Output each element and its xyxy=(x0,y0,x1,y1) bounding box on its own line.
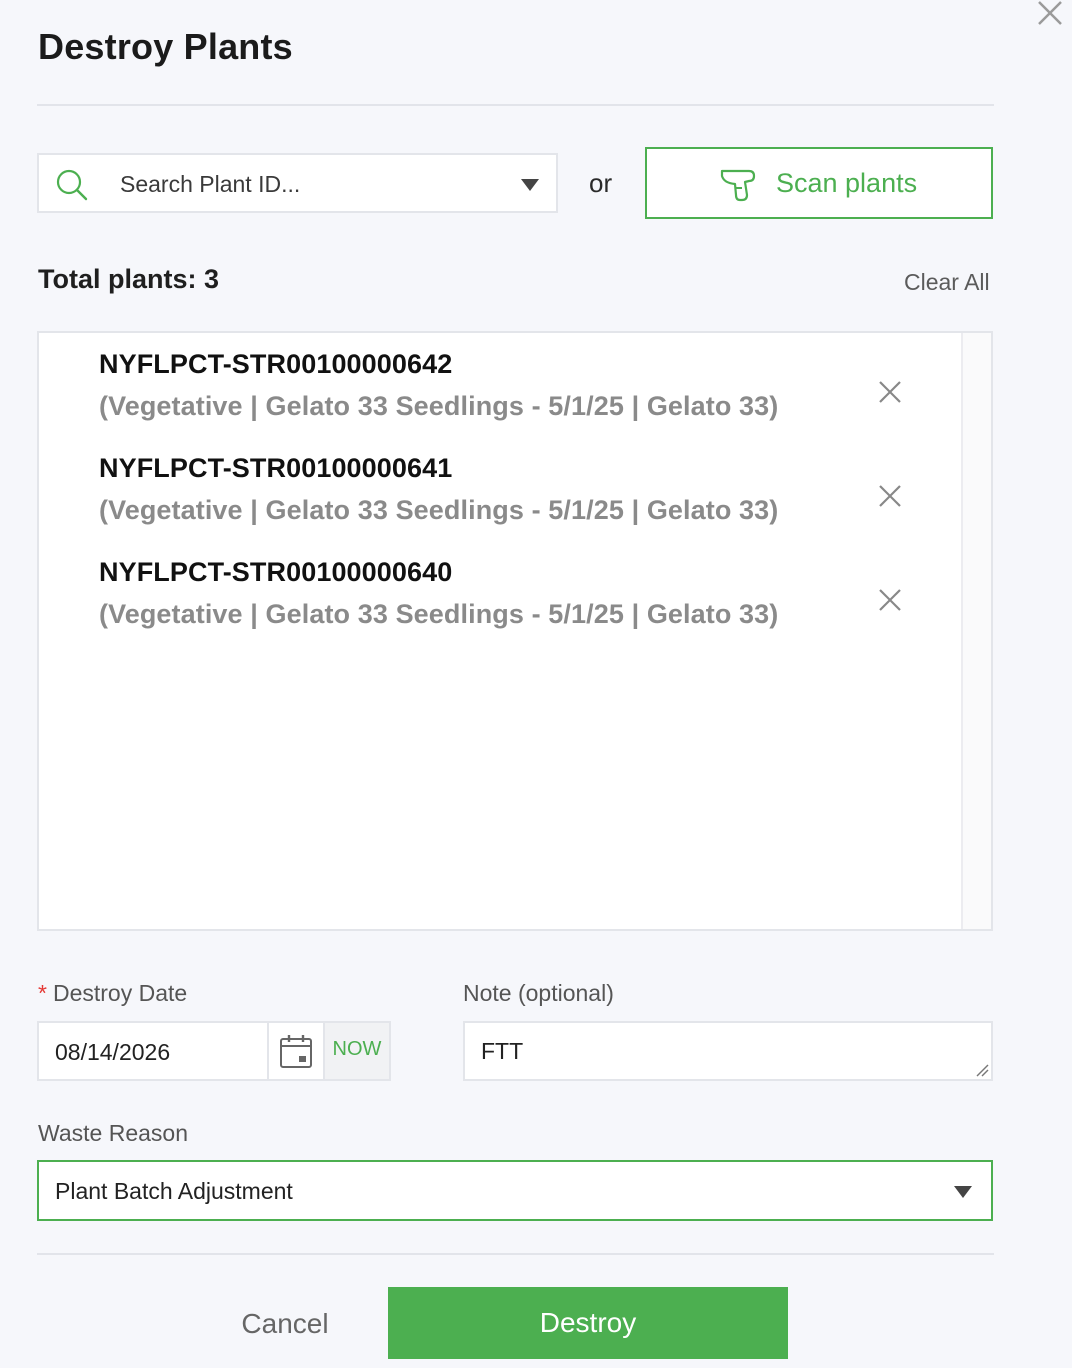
modal-title: Destroy Plants xyxy=(38,26,293,67)
waste-reason-label: Waste Reason xyxy=(38,1120,188,1146)
note-value: FTT xyxy=(481,1038,524,1064)
search-icon xyxy=(56,169,88,201)
plant-id: NYFLPCT-STR00100000640 xyxy=(99,557,453,587)
destroy-date-input[interactable]: 08/14/2026 xyxy=(55,1039,170,1066)
or-separator: or xyxy=(589,168,613,198)
waste-reason-select[interactable]: Plant Batch Adjustment xyxy=(37,1160,993,1221)
selected-plants-list: NYFLPCT-STR00100000642 (Vegetative | Gel… xyxy=(37,331,993,931)
list-scrollbar[interactable] xyxy=(961,333,991,929)
remove-plant-close-icon[interactable] xyxy=(877,587,903,613)
chevron-down-icon xyxy=(954,1186,972,1198)
list-item: NYFLPCT-STR00100000641 (Vegetative | Gel… xyxy=(99,439,929,543)
list-item: NYFLPCT-STR00100000642 (Vegetative | Gel… xyxy=(99,335,929,439)
plant-search-select[interactable]: Search Plant ID... xyxy=(37,153,558,213)
note-label: Note (optional) xyxy=(463,980,614,1006)
now-button[interactable]: NOW xyxy=(323,1023,389,1079)
destroy-date-label-text: Destroy Date xyxy=(52,980,188,1006)
destroy-date-field: 08/14/2026 NOW xyxy=(37,1021,391,1081)
remove-plant-close-icon[interactable] xyxy=(877,483,903,509)
resize-handle-icon[interactable] xyxy=(975,1063,989,1077)
required-mark: * xyxy=(38,980,47,1006)
plant-id: NYFLPCT-STR00100000642 xyxy=(99,349,453,379)
total-plants-count: Total plants: 3 xyxy=(38,264,220,294)
plant-description: (Vegetative | Gelato 33 Seedlings - 5/1/… xyxy=(99,495,779,525)
destroy-plants-modal: Destroy Plants Search Plant ID... or Sca… xyxy=(0,0,1072,1368)
chevron-down-icon[interactable] xyxy=(520,178,540,192)
scan-plants-label: Scan plants xyxy=(776,168,918,198)
list-item: NYFLPCT-STR00100000640 (Vegetative | Gel… xyxy=(99,543,929,647)
waste-reason-value: Plant Batch Adjustment xyxy=(55,1178,293,1204)
clear-all-link[interactable]: Clear All xyxy=(904,269,990,296)
search-placeholder: Search Plant ID... xyxy=(120,171,301,197)
barcode-scanner-icon xyxy=(720,169,756,202)
footer-divider xyxy=(37,1253,994,1255)
destroy-date-label: * Destroy Date xyxy=(38,980,187,1007)
close-icon[interactable] xyxy=(1034,0,1066,26)
destroy-button[interactable]: Destroy xyxy=(388,1287,788,1359)
cancel-button[interactable]: Cancel xyxy=(200,1296,370,1352)
plant-description: (Vegetative | Gelato 33 Seedlings - 5/1/… xyxy=(99,391,779,421)
remove-plant-close-icon[interactable] xyxy=(877,379,903,405)
calendar-icon xyxy=(280,1035,312,1068)
scan-plants-button[interactable]: Scan plants xyxy=(645,147,993,219)
header-divider xyxy=(37,104,994,106)
plant-description: (Vegetative | Gelato 33 Seedlings - 5/1/… xyxy=(99,599,779,629)
calendar-button[interactable] xyxy=(267,1023,323,1079)
note-textarea[interactable]: FTT xyxy=(463,1021,993,1081)
plant-id: NYFLPCT-STR00100000641 xyxy=(99,453,453,483)
